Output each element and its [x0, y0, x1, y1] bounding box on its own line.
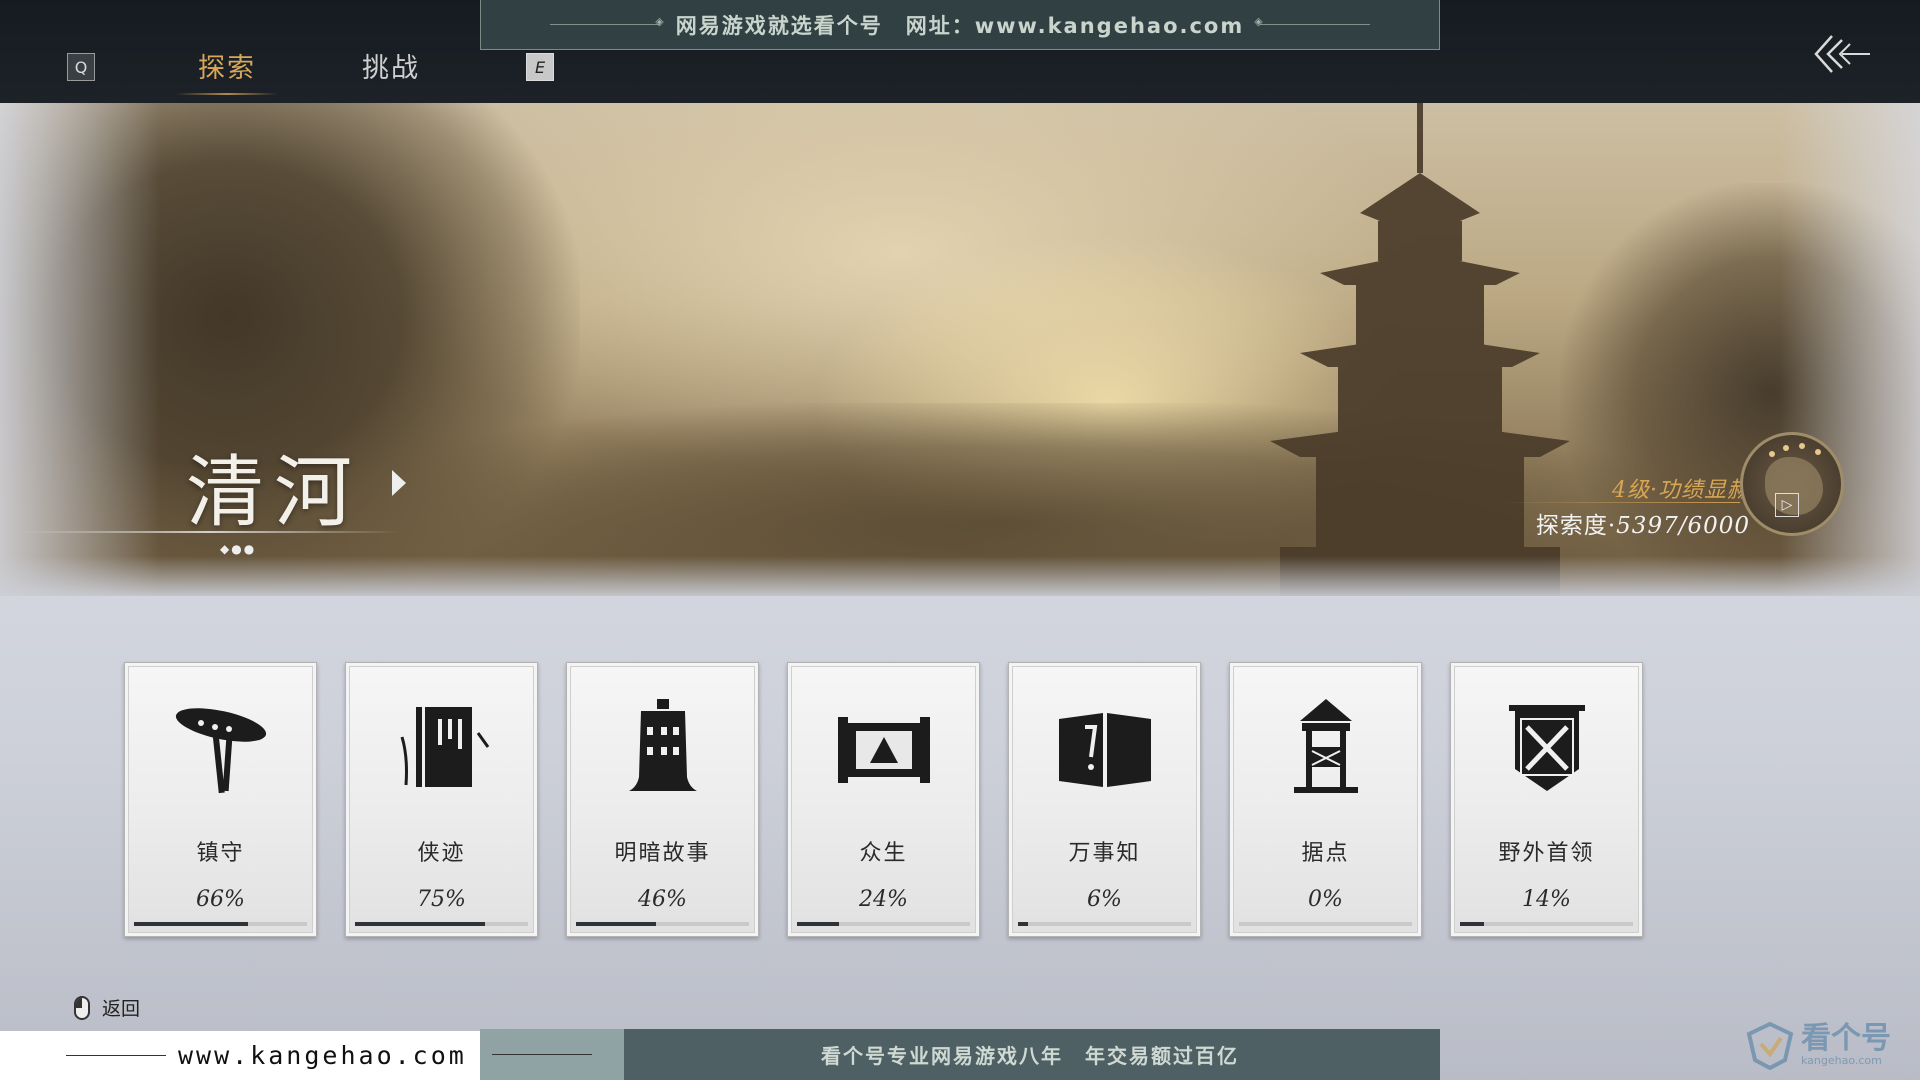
- emblem-dot: [1815, 449, 1821, 455]
- category-progress-bar: [134, 922, 307, 926]
- category-card-strongholds[interactable]: 据点 0%: [1229, 662, 1422, 937]
- category-progress-fill: [797, 922, 839, 926]
- watermark-text: 看个号专业网易游戏八年 年交易额过百亿: [821, 1044, 1239, 1068]
- watermark-banner-bottom: 看个号专业网易游戏八年 年交易额过百亿: [480, 1029, 1440, 1080]
- mist-bottom: [0, 556, 1920, 596]
- tab-challenge[interactable]: 挑战: [362, 46, 420, 85]
- category-label: 镇守: [196, 841, 245, 866]
- category-progress-fill: [1018, 922, 1029, 926]
- mouse-icon: [74, 995, 90, 1020]
- category-card-stories[interactable]: 明暗故事 46%: [566, 662, 759, 937]
- watermark-banner-top: 网易游戏就选看个号 网址：www.kangehao.com: [480, 0, 1440, 50]
- divider: [1254, 15, 1371, 28]
- divider: [549, 15, 666, 28]
- category-percent: 75%: [417, 887, 466, 912]
- category-label: 万事知: [1068, 841, 1141, 866]
- bamboo-hat-icon: [175, 708, 267, 794]
- category-card-knowledge[interactable]: 万事知 6%: [1008, 662, 1201, 937]
- divider: [66, 1055, 166, 1056]
- return-label: 返回: [102, 998, 141, 1020]
- footer-url-box: www.kangehao.com: [0, 1031, 480, 1080]
- category-percent: 46%: [638, 887, 687, 912]
- key-hint-q[interactable]: Q: [67, 53, 95, 81]
- corner-logo-text: 看个号: [1801, 1020, 1891, 1056]
- category-label: 明暗故事: [614, 841, 711, 866]
- mist-left: [0, 103, 160, 596]
- category-progress-fill: [1460, 922, 1485, 926]
- category-progress-bar: [355, 922, 528, 926]
- category-progress-fill: [134, 922, 249, 926]
- category-label: 据点: [1301, 841, 1350, 866]
- corner-logo: 看个号 kangehao.com: [1745, 1010, 1920, 1080]
- bell-icon: [629, 699, 697, 791]
- category-percent: 6%: [1087, 887, 1122, 912]
- category-percent: 14%: [1522, 887, 1571, 912]
- category-progress-bar: [1239, 922, 1412, 926]
- emblem-dot: [1783, 445, 1789, 451]
- back-arrow-icon[interactable]: [1812, 30, 1872, 78]
- region-underline: [20, 531, 400, 533]
- category-card-people[interactable]: 众生 24%: [787, 662, 980, 937]
- category-progress-bar: [576, 922, 749, 926]
- shield-logo-icon: [1746, 1021, 1794, 1070]
- category-label: 野外首领: [1498, 841, 1595, 866]
- category-label: 众生: [859, 841, 908, 866]
- category-progress-fill: [355, 922, 485, 926]
- corner-logo-sub: kangehao.com: [1801, 1053, 1882, 1067]
- divider: [492, 1054, 592, 1055]
- category-card-field-bosses[interactable]: 野外首领 14%: [1450, 662, 1643, 937]
- category-progress-bar: [797, 922, 970, 926]
- category-progress-bar: [1018, 922, 1191, 926]
- open-book-icon: [1059, 713, 1151, 787]
- pagoda-silhouette: [1270, 103, 1570, 596]
- category-percent: 66%: [196, 887, 245, 912]
- emblem-open-icon[interactable]: ▷: [1775, 493, 1799, 517]
- return-button[interactable]: 返回: [74, 994, 140, 1021]
- emblem-dot: [1799, 443, 1805, 449]
- exploration-value: 5397/6000: [1616, 513, 1750, 539]
- watermark-text: 网易游戏就选看个号 网址：www.kangehao.com: [675, 13, 1245, 38]
- category-card-hero-deeds[interactable]: 侠迹 75%: [345, 662, 538, 937]
- region-next-arrow-icon[interactable]: [392, 470, 406, 496]
- category-card-guard[interactable]: 镇守 66%: [124, 662, 317, 937]
- book-icon: [400, 707, 490, 787]
- scroll-painting-icon: [838, 717, 930, 783]
- crossed-swords-banner-icon: [1509, 705, 1585, 791]
- category-progress-bar: [1460, 922, 1633, 926]
- exploration-label: 探索度·: [1535, 513, 1617, 539]
- category-progress-fill: [576, 922, 656, 926]
- watchtower-icon: [1294, 699, 1358, 793]
- exploration-progress: 探索度·5397/6000: [1536, 506, 1750, 540]
- level-emblem[interactable]: ▷: [1740, 432, 1844, 536]
- category-label: 侠迹: [417, 841, 466, 866]
- category-percent: 0%: [1308, 887, 1343, 912]
- region-level: 4级·功绩显赫: [1612, 478, 1750, 503]
- level-divider: [1500, 502, 1740, 503]
- region-name: 清河: [186, 448, 363, 538]
- region-page-dots: ◆●●: [220, 542, 257, 556]
- category-percent: 24%: [859, 887, 908, 912]
- footer-url: www.kangehao.com: [178, 1041, 467, 1070]
- emblem-dot: [1769, 451, 1775, 457]
- key-hint-e[interactable]: E: [526, 53, 554, 81]
- tab-explore[interactable]: 探索: [176, 46, 278, 95]
- top-bar: Q 探索 挑战 E 网易游戏就选看个号 网址：www.kangehao.com: [0, 0, 1920, 103]
